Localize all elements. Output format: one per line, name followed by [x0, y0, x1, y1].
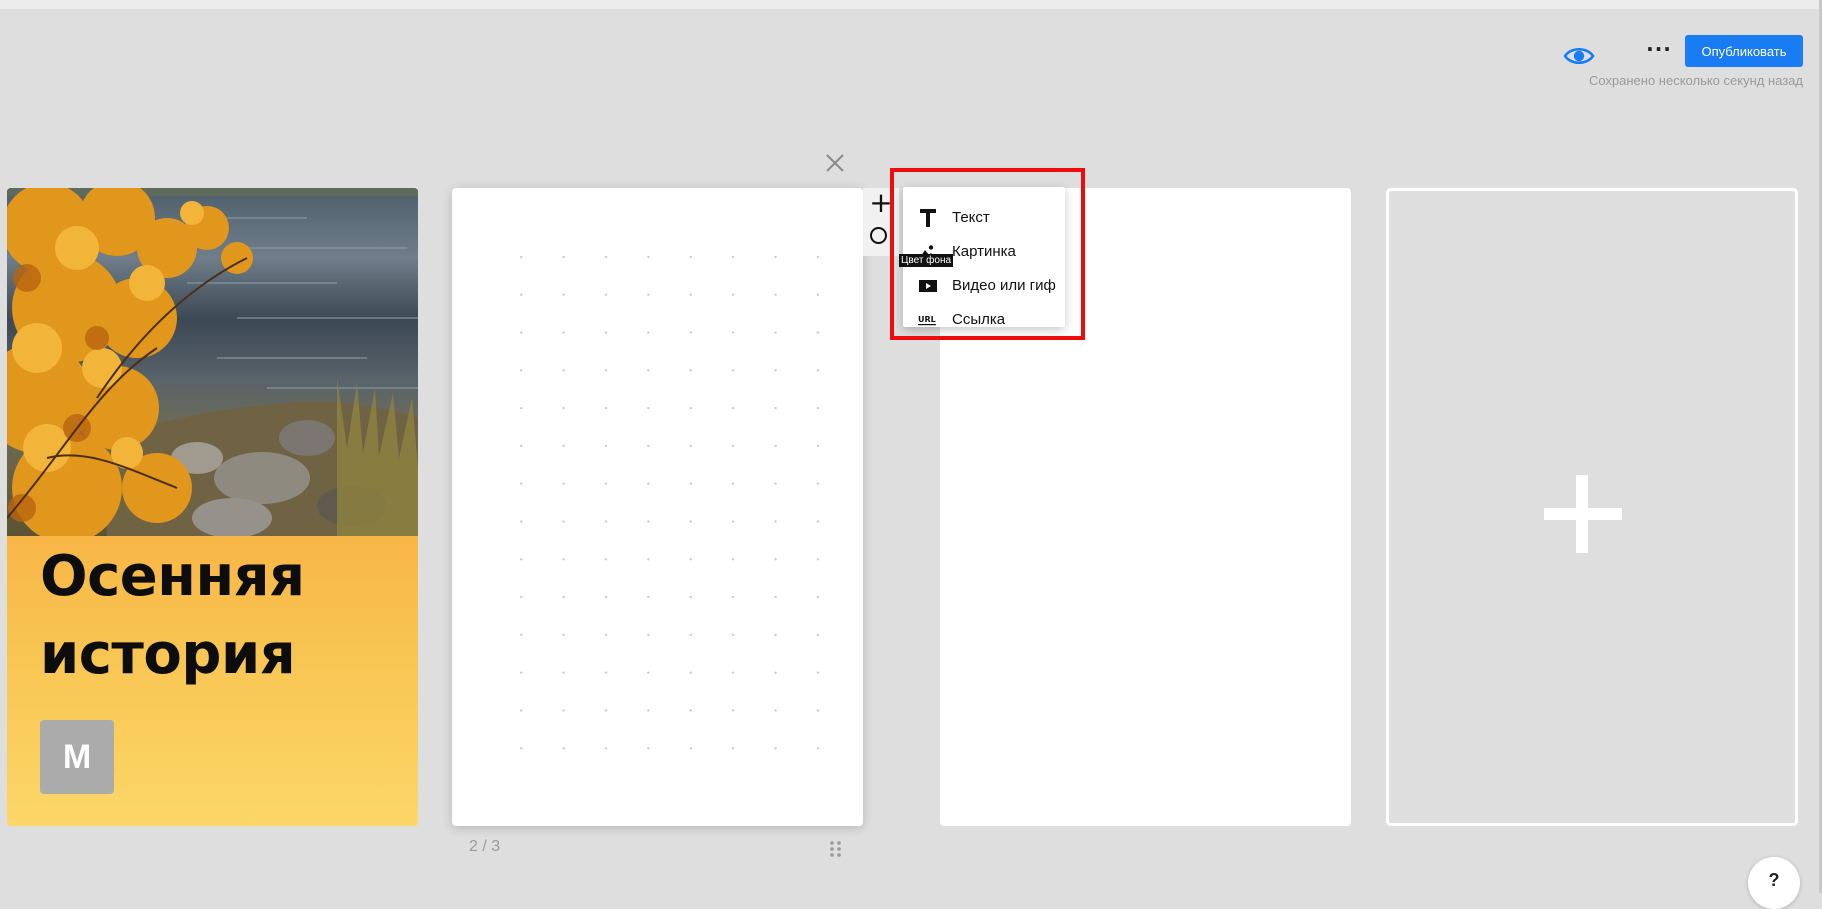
- close-icon: [826, 154, 844, 172]
- menu-item-video[interactable]: Видео или гиф: [903, 269, 1065, 303]
- close-button[interactable]: [820, 148, 850, 178]
- save-status: Сохранено несколько секунд назад: [1588, 73, 1803, 88]
- background-color-button[interactable]: [870, 227, 887, 244]
- page-counter: 2 / 3: [469, 838, 501, 855]
- menu-item-label: Картинка: [952, 243, 1016, 260]
- svg-text:URL: URL: [918, 315, 936, 324]
- url-icon: URL: [918, 310, 938, 330]
- video-icon: [918, 276, 938, 296]
- publish-button[interactable]: Опубликовать: [1685, 35, 1803, 67]
- author-avatar: M: [40, 720, 114, 794]
- cover-title[interactable]: Осенняя история: [40, 538, 410, 694]
- drag-handle-icon[interactable]: [828, 839, 844, 859]
- more-options-button[interactable]: ···: [1646, 38, 1672, 66]
- cover-slide[interactable]: Осенняя история M: [7, 188, 418, 826]
- editing-slide[interactable]: [452, 188, 863, 826]
- text-icon: [918, 208, 938, 228]
- menu-item-label: Видео или гиф: [952, 277, 1056, 294]
- help-button[interactable]: ?: [1748, 857, 1800, 909]
- preview-button[interactable]: [1562, 44, 1596, 68]
- add-slide-button[interactable]: [1386, 188, 1798, 826]
- grid-dots: [500, 238, 820, 778]
- menu-item-label: Ссылка: [952, 311, 1006, 328]
- top-bar: [0, 0, 1822, 9]
- menu-item-label: Текст: [952, 209, 990, 226]
- menu-item-text[interactable]: Текст: [903, 201, 1065, 235]
- menu-item-link[interactable]: URL Ссылка: [903, 303, 1065, 337]
- eye-icon: [1563, 47, 1595, 65]
- add-element-button[interactable]: +: [868, 189, 894, 219]
- autumn-lake-photo: [7, 188, 418, 536]
- background-color-tooltip: Цвет фона: [899, 254, 954, 267]
